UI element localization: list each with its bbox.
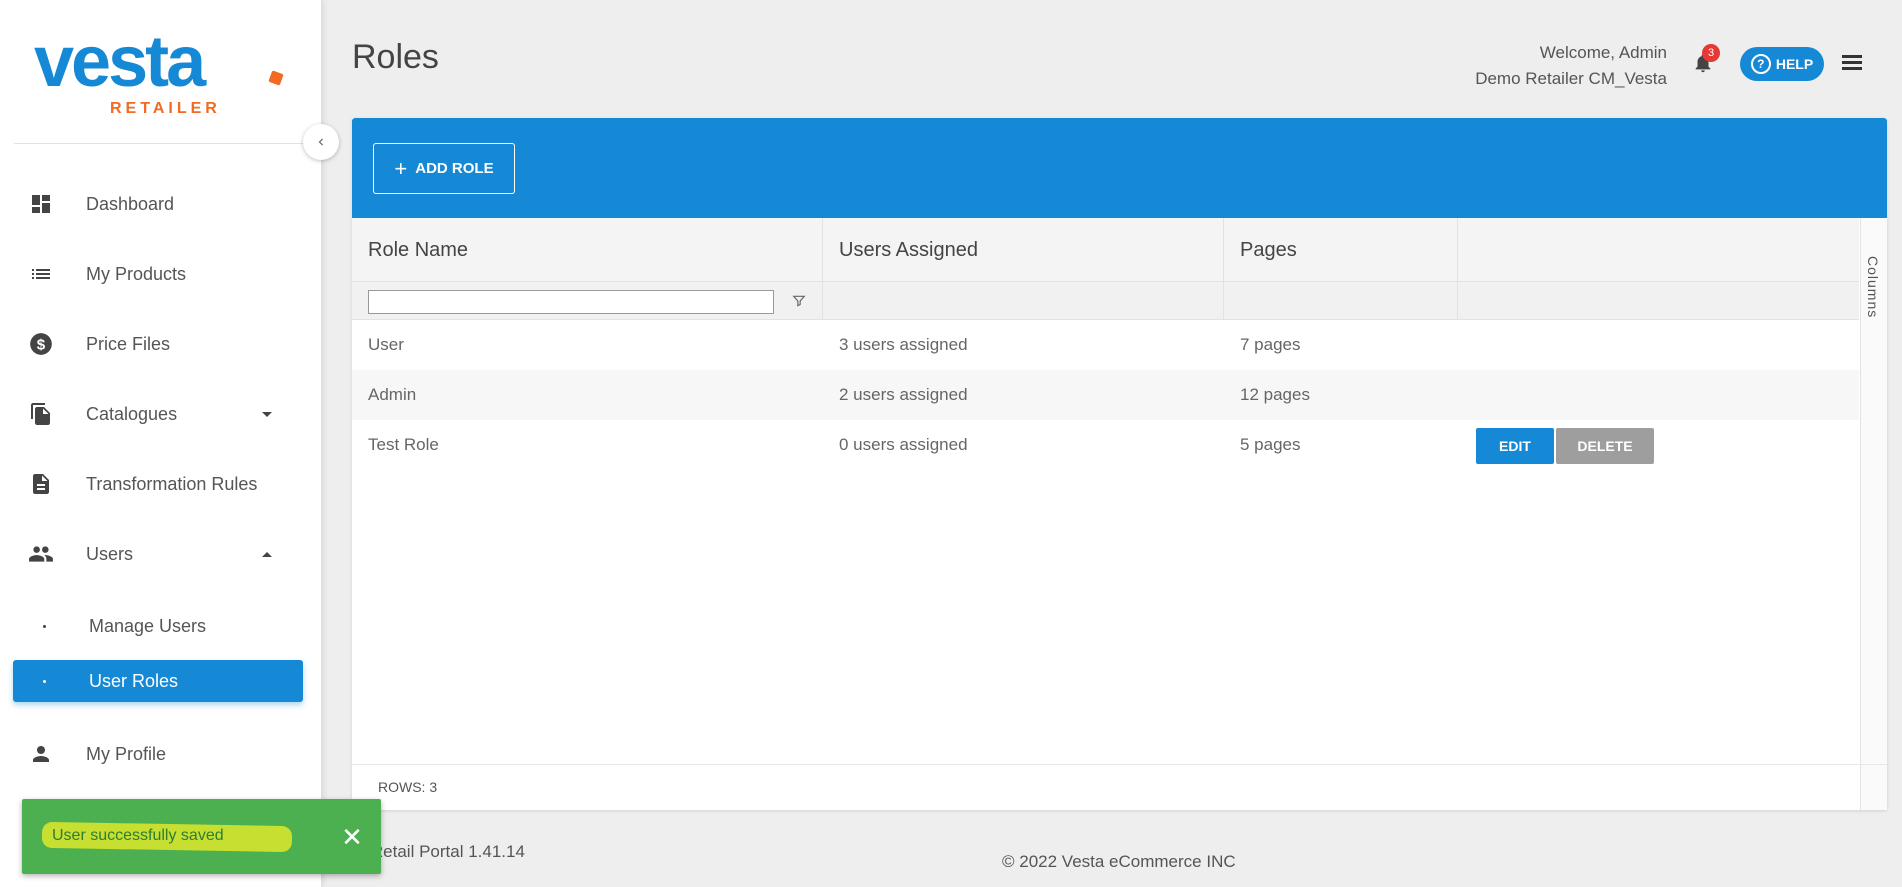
sidebar-subitem-user-roles[interactable]: User Roles <box>13 660 303 702</box>
role-name-cell: User <box>368 335 404 354</box>
filter-icon[interactable] <box>792 294 806 308</box>
role-name-filter-input[interactable] <box>368 290 774 314</box>
bullet-icon <box>43 679 46 683</box>
notification-count-badge: 3 <box>1702 44 1720 62</box>
logo-wordmark: vesta <box>34 22 206 102</box>
sidebar-item-label: Price Files <box>86 333 171 354</box>
column-header-users-assigned[interactable]: Users Assigned <box>823 218 1224 282</box>
person-icon <box>28 741 54 767</box>
sidebar-item-my-profile[interactable]: My Profile <box>0 726 321 782</box>
help-label: HELP <box>1775 56 1814 72</box>
chevron-down-icon <box>262 411 272 417</box>
svg-text:$: $ <box>37 336 46 353</box>
grid-footer: ROWS: 3 <box>352 764 1887 810</box>
sidebar-subitem-label: User Roles <box>89 670 179 691</box>
role-name-cell: Test Role <box>352 420 439 470</box>
grid-filter-row <box>352 282 1859 320</box>
roles-card: + ADD ROLE Role Name Users Assigned Page… <box>352 118 1887 810</box>
add-role-label: ADD ROLE <box>415 160 494 177</box>
sidebar-item-label: Users <box>86 543 134 564</box>
menu-icon[interactable] <box>1842 55 1862 71</box>
page-title: Roles <box>352 38 439 76</box>
copy-icon <box>28 401 54 427</box>
table-row[interactable]: User 3 users assigned 7 pages <box>352 320 1859 370</box>
sidebar-subitem-manage-users[interactable]: Manage Users <box>13 605 303 647</box>
roles-grid: Role Name Users Assigned Pages User 3 us… <box>352 218 1859 810</box>
users-assigned-cell: 3 users assigned <box>839 335 968 354</box>
logo-dot <box>268 70 284 86</box>
pages-cell: 12 pages <box>1240 385 1310 404</box>
sidebar-item-label: Catalogues <box>86 403 178 424</box>
dashboard-icon <box>28 191 54 217</box>
sidebar-item-label: Dashboard <box>86 193 175 214</box>
sidebar-subitem-label: Manage Users <box>89 615 207 636</box>
columns-tab-label: Columns <box>1865 256 1881 319</box>
sidebar-item-dashboard[interactable]: Dashboard <box>0 176 321 232</box>
rows-count: ROWS: 3 <box>378 779 438 795</box>
close-icon[interactable]: ✕ <box>340 822 364 852</box>
people-icon <box>28 541 54 567</box>
edit-button[interactable]: EDIT <box>1476 428 1554 464</box>
welcome-text: Welcome, Admin <box>1539 43 1667 62</box>
sidebar-item-label: My Profile <box>86 743 167 764</box>
users-filter-cell <box>823 282 1224 320</box>
help-button[interactable]: ? HELP <box>1740 47 1824 81</box>
logo-divider <box>14 143 304 144</box>
list-icon <box>28 261 54 287</box>
column-header-role-name[interactable]: Role Name <box>352 218 823 282</box>
toast-message: User successfully saved <box>52 827 224 845</box>
columns-panel-tab[interactable]: Columns <box>1860 218 1887 810</box>
role-name-filter-cell <box>352 282 823 320</box>
copyright: © 2022 Vesta eCommerce INC <box>1002 852 1236 871</box>
table-row[interactable]: Admin 2 users assigned 12 pages <box>352 370 1859 420</box>
users-assigned-cell: 2 users assigned <box>839 385 968 404</box>
pages-filter-cell <box>1224 282 1458 320</box>
sidebar-item-my-products[interactable]: My Products <box>0 246 321 302</box>
collapse-sidebar-button[interactable] <box>303 124 339 160</box>
table-row[interactable]: Test Role 0 users assigned 5 pages EDIT … <box>352 420 1859 470</box>
success-toast: User successfully saved ✕ <box>22 799 381 874</box>
highlighted-role-name: Test Role <box>368 435 439 454</box>
plus-icon: + <box>394 155 408 181</box>
logo-subtitle: RETAILER <box>110 100 221 117</box>
role-name-cell: Admin <box>368 385 417 404</box>
sidebar: vesta RETAILER Dashboard My Products $ P… <box>0 0 321 887</box>
bullet-icon <box>43 624 46 628</box>
add-role-button[interactable]: + ADD ROLE <box>373 143 515 194</box>
sidebar-item-label: Transformation Rules <box>86 473 258 494</box>
chevron-left-icon <box>318 138 323 146</box>
chevron-up-icon <box>262 551 272 557</box>
user-info: Welcome, Admin Demo Retailer CM_Vesta <box>1475 40 1667 92</box>
vesta-logo[interactable]: vesta RETAILER <box>34 26 294 122</box>
delete-button[interactable]: DELETE <box>1556 428 1654 464</box>
document-icon <box>28 471 54 497</box>
column-header-actions <box>1458 218 1859 282</box>
account-name: Demo Retailer CM_Vesta <box>1475 69 1667 88</box>
sidebar-item-transformation-rules[interactable]: Transformation Rules <box>0 456 321 512</box>
question-icon: ? <box>1750 54 1771 74</box>
toast-message-text: User successfully saved <box>52 827 224 844</box>
sidebar-item-users[interactable]: Users <box>0 526 321 582</box>
sidebar-item-label: My Products <box>86 263 187 284</box>
card-toolbar: + ADD ROLE <box>352 118 1887 218</box>
users-assigned-cell: 0 users assigned <box>839 435 968 454</box>
column-header-pages[interactable]: Pages <box>1224 218 1458 282</box>
grid-header-row: Role Name Users Assigned Pages <box>352 218 1859 282</box>
sidebar-item-catalogues[interactable]: Catalogues <box>0 386 321 442</box>
pages-cell: 7 pages <box>1240 335 1301 354</box>
sidebar-item-price-files[interactable]: $ Price Files <box>0 316 321 372</box>
pages-cell: 5 pages <box>1240 435 1301 454</box>
dollar-icon: $ <box>28 331 54 357</box>
